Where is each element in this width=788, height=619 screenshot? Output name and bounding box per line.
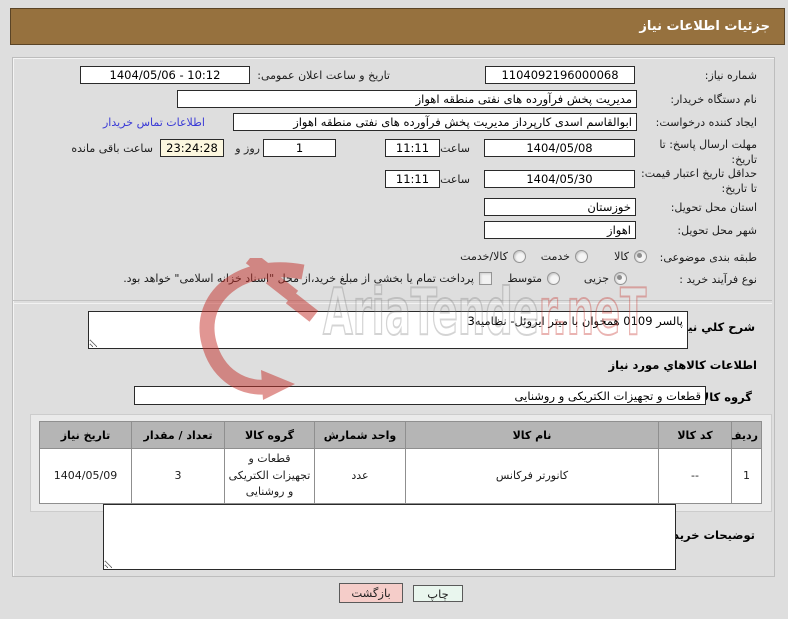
- col-quantity: تعداد / مقدار: [131, 421, 225, 449]
- col-goods-group: گروه کالا: [224, 421, 315, 449]
- delivery-province-label: استان محل تحویل:: [670, 201, 757, 214]
- radio-selected-icon: [614, 272, 627, 285]
- classification-option-goods-service[interactable]: کالا/خدمت: [460, 250, 526, 263]
- classification-option-label: کالا/خدمت: [460, 250, 508, 263]
- need-description-textarea[interactable]: پالسر 0109 همخوان با میتر ایزوئل- نظامیه…: [88, 311, 688, 349]
- treasury-payment-checkbox-row[interactable]: پرداخت تمام یا بخشی از مبلغ خرید،از محل …: [123, 272, 492, 285]
- table-row: 1 -- کانورتر فرکانس عدد قطعات و تجهیزات …: [39, 448, 762, 504]
- classification-option-label: خدمت: [540, 250, 570, 263]
- validity-time-field[interactable]: 11:11: [385, 170, 440, 188]
- goods-table: ردیف کد کالا نام کالا واحد شمارش گروه کا…: [39, 421, 762, 504]
- page-title: جزئیات اطلاعات نیاز: [639, 19, 770, 34]
- announce-datetime-label: تاریخ و ساعت اعلان عمومی:: [257, 69, 390, 82]
- hours-remaining-label: ساعت باقی مانده: [71, 142, 153, 155]
- request-creator-field[interactable]: ابوالقاسم اسدی کارپرداز مدیریت پخش فرآور…: [233, 113, 637, 131]
- print-button[interactable]: چاپ: [413, 585, 463, 602]
- cell-quantity: 3: [131, 448, 225, 504]
- cell-need-date: 1404/05/09: [39, 448, 132, 504]
- cell-row-number: 1: [731, 448, 762, 504]
- classification-option-label: کالا: [614, 250, 629, 263]
- goods-group-field[interactable]: قطعات و تجهیزات الکتریکی و روشنایی: [134, 386, 706, 405]
- col-unit: واحد شمارش: [314, 421, 406, 449]
- days-label: روز و: [235, 142, 260, 155]
- buyer-notes-textarea[interactable]: [103, 504, 676, 570]
- buyer-contact-link[interactable]: اطلاعات تماس خریدار: [103, 116, 205, 129]
- announce-datetime-field[interactable]: 1404/05/06 - 10:12: [80, 66, 250, 84]
- process-option-label: جزیی: [583, 272, 609, 285]
- cell-goods-code: --: [658, 448, 732, 504]
- purchase-process-label: نوع فرآیند خرید :: [679, 273, 757, 286]
- col-row-number: ردیف: [731, 421, 762, 449]
- radio-icon: [547, 272, 560, 285]
- classification-label: طبقه بندی موضوعی:: [659, 251, 757, 264]
- response-deadline-label: مهلت ارسال پاسخ: تا تاریخ:: [659, 138, 757, 166]
- price-validity-label: حداقل تاریخ اعتبار قیمت: تا تاریخ:: [641, 167, 757, 195]
- classification-option-service[interactable]: خدمت: [541, 250, 588, 263]
- validity-hour-label: ساعت: [440, 173, 470, 186]
- classification-option-goods[interactable]: کالا: [614, 250, 647, 263]
- col-need-date: تاریخ نیاز: [39, 421, 132, 449]
- process-option-minor[interactable]: جزیی: [584, 272, 627, 285]
- deadline-hour-label: ساعت: [440, 142, 470, 155]
- buyer-org-field[interactable]: مدیریت پخش فرآورده های نفتی منطقه اهواز: [177, 90, 637, 108]
- cell-goods-group: قطعات و تجهیزات الکتریکی و روشنایی: [224, 448, 315, 504]
- col-goods-name: نام کالا: [405, 421, 659, 449]
- cell-unit: عدد: [314, 448, 406, 504]
- delivery-city-label: شهر محل تحویل:: [677, 224, 757, 237]
- header-bar: جزئیات اطلاعات نیاز: [10, 8, 785, 45]
- treasury-payment-label: پرداخت تمام یا بخشی از مبلغ خرید،از محل …: [123, 272, 474, 285]
- goods-section-title: اطلاعات کالاهاي مورد نیاز: [608, 358, 757, 372]
- goods-table-header-row: ردیف کد کالا نام کالا واحد شمارش گروه کا…: [39, 421, 762, 449]
- back-button[interactable]: بازگشت: [339, 583, 403, 603]
- countdown-timer: 23:24:28: [160, 139, 224, 157]
- process-option-medium[interactable]: متوسط: [507, 272, 560, 285]
- process-option-label: متوسط: [507, 272, 542, 285]
- request-creator-label: ایجاد کننده درخواست:: [655, 116, 757, 129]
- section-divider: [13, 300, 772, 304]
- need-number-label: شماره نیاز:: [704, 69, 757, 82]
- deadline-time-field[interactable]: 11:11: [385, 139, 440, 157]
- validity-date-field[interactable]: 1404/05/30: [484, 170, 635, 188]
- col-goods-code: کد کالا: [658, 421, 732, 449]
- buyer-org-label: نام دستگاه خریدار:: [670, 93, 757, 106]
- cell-goods-name: کانورتر فرکانس: [405, 448, 659, 504]
- radio-icon: [513, 250, 526, 263]
- days-remaining-field: 1: [263, 139, 336, 157]
- radio-icon: [575, 250, 588, 263]
- need-number-field[interactable]: 1104092196000068: [485, 66, 635, 84]
- checkbox-icon: [479, 272, 492, 285]
- delivery-province-field[interactable]: خوزستان: [484, 198, 636, 216]
- delivery-city-field[interactable]: اهواز: [484, 221, 636, 239]
- deadline-date-field[interactable]: 1404/05/08: [484, 139, 635, 157]
- radio-selected-icon: [634, 250, 647, 263]
